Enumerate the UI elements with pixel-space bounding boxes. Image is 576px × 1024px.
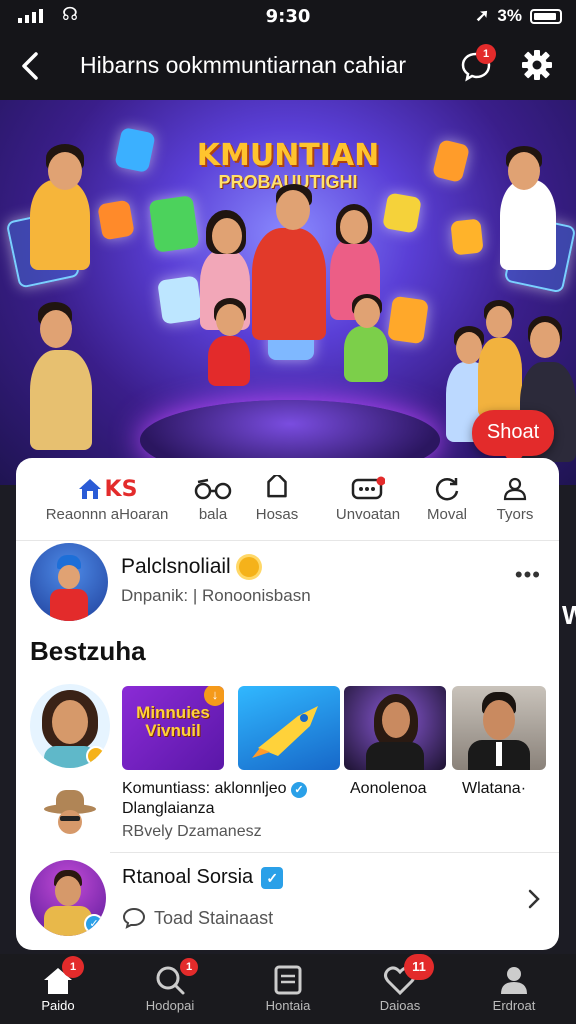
story-meta: RBvely Dzamanesz <box>122 823 262 840</box>
chevron-right-icon[interactable] <box>527 888 541 910</box>
suggested-name[interactable]: Rtanoal Sorsia ✓ <box>122 866 284 889</box>
nav-label: Erdroat <box>492 998 536 1013</box>
game-tile-icon <box>148 195 200 253</box>
divider <box>16 540 559 541</box>
post-subtitle: Dnpanik: | Ronoonisbasn <box>121 586 311 605</box>
people-icon <box>503 477 527 501</box>
story-subtext: Dlanglaianza <box>122 800 215 817</box>
message-icon <box>351 476 385 500</box>
category-tabs: KS Reaonnn aHoaran bala Hosas Unvoatan M… <box>16 472 559 532</box>
profile-icon <box>501 967 527 994</box>
rocket-illustration-icon <box>252 706 318 758</box>
nav-home[interactable]: 1 Paido <box>10 956 106 1013</box>
download-badge-icon: ↓ <box>204 686 224 706</box>
back-arrow-icon[interactable] <box>16 48 46 84</box>
refresh-icon <box>435 478 459 501</box>
nav-badge: 1 <box>62 956 84 978</box>
battery-percent: 3% <box>497 6 522 25</box>
nav-label: Hontaia <box>265 998 311 1013</box>
next-card-peek: W <box>562 600 576 630</box>
news-icon <box>274 965 302 995</box>
tab-label: Unvoatan <box>335 506 401 523</box>
post-author[interactable]: Palclsnoliail <box>121 555 259 579</box>
game-tile-icon <box>157 275 203 325</box>
chat-button[interactable]: 1 <box>460 44 496 82</box>
tab-label: Moval <box>426 506 467 523</box>
bottom-navigation: 1 Paido 1 Hodopai Hontaia 11 Daioas Erdr… <box>0 954 576 1024</box>
comment-icon <box>122 907 146 929</box>
chat-badge: 1 <box>476 44 496 64</box>
suggested-action[interactable]: Toad Stainaast <box>122 906 273 930</box>
page-title: Hibarns ookmmuntiarnan cahiar <box>80 52 406 78</box>
nav-label: Paido <box>41 998 75 1013</box>
story-badge-icon <box>86 746 106 766</box>
tab-label: Reaonnn aHoaran <box>45 506 169 523</box>
music-tile-icon <box>382 192 422 234</box>
sun-badge-icon <box>238 557 259 577</box>
nav-badge: 1 <box>180 958 198 976</box>
tab-moval[interactable]: Moval <box>416 472 478 523</box>
avatar[interactable] <box>30 543 108 621</box>
story-thumb[interactable] <box>238 686 340 770</box>
suggested-avatar[interactable]: ✓ <box>30 860 106 936</box>
game-tile-icon <box>387 295 429 345</box>
battery-icon <box>530 8 562 24</box>
verified-icon: ✓ <box>291 782 307 798</box>
story-caption: Wlatana· <box>462 780 527 797</box>
status-bar: ☊ 9:30 ➚ 3% <box>0 0 576 34</box>
home-icon <box>78 479 101 499</box>
gear-icon[interactable] <box>520 48 554 82</box>
story-caption: Komuntiass: aklonnljeo ✓ <box>122 780 307 798</box>
nav-search[interactable]: 1 Hodopai <box>122 958 218 1013</box>
section-title: Bestzuha <box>30 636 146 666</box>
nav-news[interactable]: Hontaia <box>240 962 336 1013</box>
hero-headline: KMUNTIAN <box>196 138 380 173</box>
nav-likes[interactable]: 11 Daioas <box>352 954 448 1013</box>
divider <box>110 852 559 853</box>
story-thumb[interactable]: Minnuies Vivnuil ↓ <box>122 686 224 770</box>
nav-profile[interactable]: Erdroat <box>466 962 562 1013</box>
thumb-title: Minnuies Vivnuil <box>136 703 210 740</box>
story-caption: Aonolenoa <box>350 780 427 797</box>
glasses-icon <box>194 478 232 500</box>
content-card: KS Reaonnn aHoaran bala Hosas Unvoatan M… <box>16 458 559 950</box>
verified-icon: ✓ <box>261 866 284 889</box>
tab-unvoatan[interactable]: Unvoatan <box>324 472 412 523</box>
location-icon: ➚ <box>475 6 490 25</box>
shout-button[interactable]: Shoat <box>472 410 554 468</box>
music-tile-icon <box>97 199 135 241</box>
nav-label: Hodopai <box>145 998 195 1013</box>
tab-home[interactable]: KS Reaonnn aHoaran <box>32 472 182 524</box>
music-tile-icon <box>450 218 484 256</box>
tab-label: Hosas <box>255 506 299 523</box>
tab-label: bala <box>198 506 228 523</box>
cowboy-avatar[interactable] <box>42 786 98 842</box>
more-options-icon[interactable]: ••• <box>515 562 541 588</box>
tab-hosas[interactable]: Hosas <box>244 472 310 523</box>
top-app-bar: Hibarns ookmmuntiarnan cahiar 1 <box>0 34 576 100</box>
nav-label: Daioas <box>379 998 421 1013</box>
tab-bala[interactable]: bala <box>180 472 246 523</box>
tab-label: Tyors <box>496 506 534 523</box>
verified-icon: ✓ <box>84 914 104 934</box>
brand-logo: KS <box>77 477 137 502</box>
story-avatar[interactable] <box>30 684 110 768</box>
tab-tyors[interactable]: Tyors <box>482 472 548 523</box>
tag-icon <box>267 475 287 498</box>
story-thumb[interactable] <box>452 686 546 770</box>
nav-badge: 11 <box>404 954 434 980</box>
story-thumb[interactable] <box>344 686 446 770</box>
